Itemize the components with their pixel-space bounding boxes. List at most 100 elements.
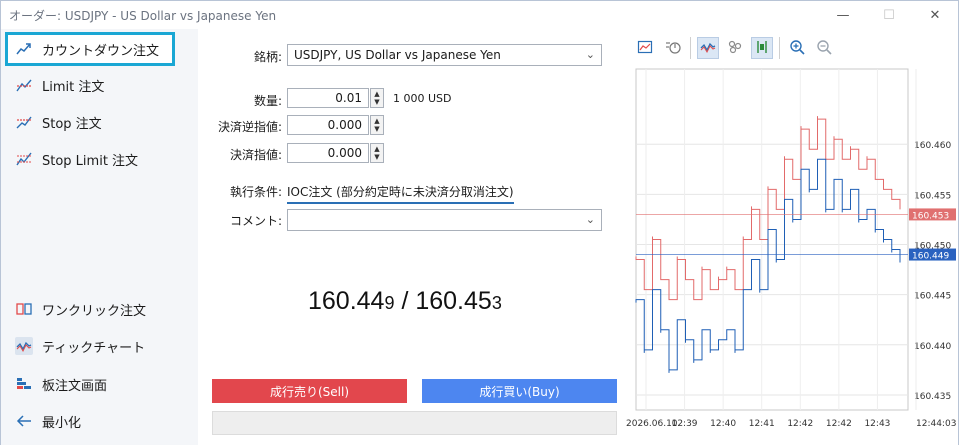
- comment-field[interactable]: ⌄: [287, 209, 602, 231]
- sidebar-item-label: ティックチャート: [42, 340, 146, 356]
- sidebar-item-label: Limit 注文: [42, 79, 105, 95]
- take-profit-stepper[interactable]: ▲ ▼: [370, 143, 384, 163]
- tick-stats-icon: [665, 39, 681, 58]
- stop-limit-order-icon: [15, 150, 33, 168]
- status-bar: [212, 411, 617, 435]
- stop-loss-input[interactable]: 0.000: [287, 115, 369, 135]
- volume-input[interactable]: 0.01: [287, 88, 369, 108]
- countdown-order-icon: [15, 40, 33, 58]
- sidebar-item-limit[interactable]: Limit 注文: [1, 68, 198, 102]
- x-tick-label: 12:44:03: [916, 419, 956, 429]
- tick-chart[interactable]: 160.460160.455160.450160.445160.440160.4…: [626, 65, 958, 445]
- window-controls: — ☐ ✕: [820, 1, 958, 29]
- bid-ask-icon: [754, 39, 770, 58]
- stepper-down-icon[interactable]: ▼: [374, 125, 379, 133]
- symbol-label: 銘柄:: [253, 50, 282, 64]
- symbol-value: USDJPY, US Dollar vs Japanese Yen: [294, 48, 501, 62]
- tick-points-button[interactable]: [724, 37, 746, 59]
- bid-price-pipette: 9: [384, 293, 395, 313]
- sidebar-item-label: 板注文画面: [42, 378, 108, 394]
- sidebar-item-label: カウントダウン注文: [42, 43, 160, 59]
- x-tick-label: 12:42: [826, 419, 852, 429]
- x-tick-label: 12:43: [864, 419, 890, 429]
- stepper-down-icon[interactable]: ▼: [374, 153, 379, 161]
- title-bar: オーダー: USDJPY - US Dollar vs Japanese Yen…: [1, 1, 958, 29]
- sidebar-item-stop-limit[interactable]: Stop Limit 注文: [1, 142, 198, 176]
- zoom-out-button[interactable]: [813, 37, 835, 59]
- bid-price: 160.44: [308, 287, 385, 315]
- y-tick-label: 160.460: [914, 141, 951, 151]
- ask-price-badge-label: 160.453: [912, 211, 949, 221]
- stepper-down-icon[interactable]: ▼: [374, 98, 379, 106]
- sidebar-item-label: ワンクリック注文: [42, 303, 147, 319]
- tick-line-button[interactable]: [697, 37, 719, 59]
- price-separator: /: [401, 287, 409, 315]
- stop-loss-stepper[interactable]: ▲ ▼: [370, 115, 384, 135]
- close-button[interactable]: ✕: [912, 1, 958, 29]
- y-tick-label: 160.455: [914, 191, 951, 201]
- tick-chart-icon: [15, 337, 33, 355]
- sidebar-item-one-click[interactable]: ワンクリック注文: [1, 292, 198, 326]
- arrow-left-icon: [15, 412, 33, 430]
- x-tick-label: 12:39: [672, 419, 698, 429]
- depth-of-market-icon: [15, 375, 33, 393]
- sidebar-item-depth-of-market[interactable]: 板注文画面: [1, 367, 198, 401]
- x-tick-label: 12:42: [787, 419, 813, 429]
- x-tick-label: 12:40: [710, 419, 736, 429]
- execution-type[interactable]: IOC注文 (部分約定時に未決済分取消注文): [287, 183, 514, 204]
- take-profit-input[interactable]: 0.000: [287, 143, 369, 163]
- ask-price: 160.45: [415, 287, 492, 315]
- window-title: オーダー: USDJPY - US Dollar vs Japanese Yen: [9, 9, 277, 23]
- sidebar-item-stop[interactable]: Stop 注文: [1, 105, 198, 139]
- volume-stepper[interactable]: ▲ ▼: [370, 88, 384, 108]
- tick-line-icon: [700, 39, 716, 58]
- zoom-in-button[interactable]: [786, 37, 808, 59]
- tick-points-icon: [727, 39, 743, 58]
- stepper-up-icon[interactable]: ▲: [374, 90, 379, 98]
- x-tick-label: 2026.06.10: [626, 419, 678, 429]
- sidebar-item-label: Stop Limit 注文: [42, 153, 139, 169]
- volume-unit: 1 000 USD: [393, 92, 452, 105]
- bid-ask-button[interactable]: [751, 37, 773, 59]
- zoom-in-icon: [789, 39, 805, 58]
- order-window: オーダー: USDJPY - US Dollar vs Japanese Yen…: [0, 0, 959, 445]
- order-form: 銘柄: USDJPY, US Dollar vs Japanese Yen ⌄ …: [198, 29, 626, 445]
- comment-label: コメント:: [229, 214, 282, 228]
- sidebar-item-label: Stop 注文: [42, 116, 102, 132]
- stepper-up-icon[interactable]: ▲: [374, 117, 379, 125]
- ask-price-pipette: 3: [491, 293, 502, 313]
- sidebar-item-label: 最小化: [42, 415, 82, 431]
- execution-label: 執行条件:: [229, 185, 282, 199]
- maximize-button[interactable]: ☐: [866, 1, 912, 29]
- y-tick-label: 160.435: [914, 392, 951, 402]
- buy-button[interactable]: 成行買い(Buy): [422, 379, 617, 403]
- chart-settings-icon: [637, 39, 653, 58]
- order-type-sidebar: カウントダウン注文 Limit 注文 Stop 注文 Stop Limit 注文…: [1, 29, 198, 445]
- toolbar-divider: [690, 37, 691, 59]
- x-tick-label: 12:41: [749, 419, 775, 429]
- symbol-select[interactable]: USDJPY, US Dollar vs Japanese Yen ⌄: [287, 44, 602, 66]
- chevron-down-icon: ⌄: [585, 48, 595, 61]
- sidebar-item-minimize[interactable]: 最小化: [1, 404, 198, 438]
- tick-stats-button[interactable]: [662, 37, 684, 59]
- sell-button[interactable]: 成行売り(Sell): [212, 379, 407, 403]
- stop-order-icon: [15, 113, 33, 131]
- y-tick-label: 160.445: [914, 292, 951, 302]
- zoom-out-icon: [816, 39, 832, 58]
- one-click-order-icon: [15, 300, 33, 318]
- chevron-down-icon: ⌄: [585, 213, 595, 226]
- sidebar-item-tick-chart[interactable]: ティックチャート: [1, 329, 198, 363]
- stepper-up-icon[interactable]: ▲: [374, 145, 379, 153]
- bid-price-badge-label: 160.449: [912, 252, 949, 262]
- take-profit-label: 決済指値:: [229, 148, 282, 162]
- chart-settings-button[interactable]: [634, 37, 656, 59]
- tick-chart-pane: 160.460 160.455 160.450 160.445 160.440 160.4…: [626, 29, 958, 445]
- y-tick-label: 160.440: [914, 342, 951, 352]
- toolbar-divider: [779, 37, 780, 59]
- stop-loss-label: 決済逆指値:: [217, 120, 282, 134]
- quote-display: 160.449 / 160.453: [308, 287, 502, 316]
- volume-label: 数量:: [253, 94, 282, 108]
- minimize-button[interactable]: —: [820, 1, 866, 29]
- sidebar-item-countdown[interactable]: カウントダウン注文: [5, 32, 175, 66]
- limit-order-icon: [15, 76, 33, 94]
